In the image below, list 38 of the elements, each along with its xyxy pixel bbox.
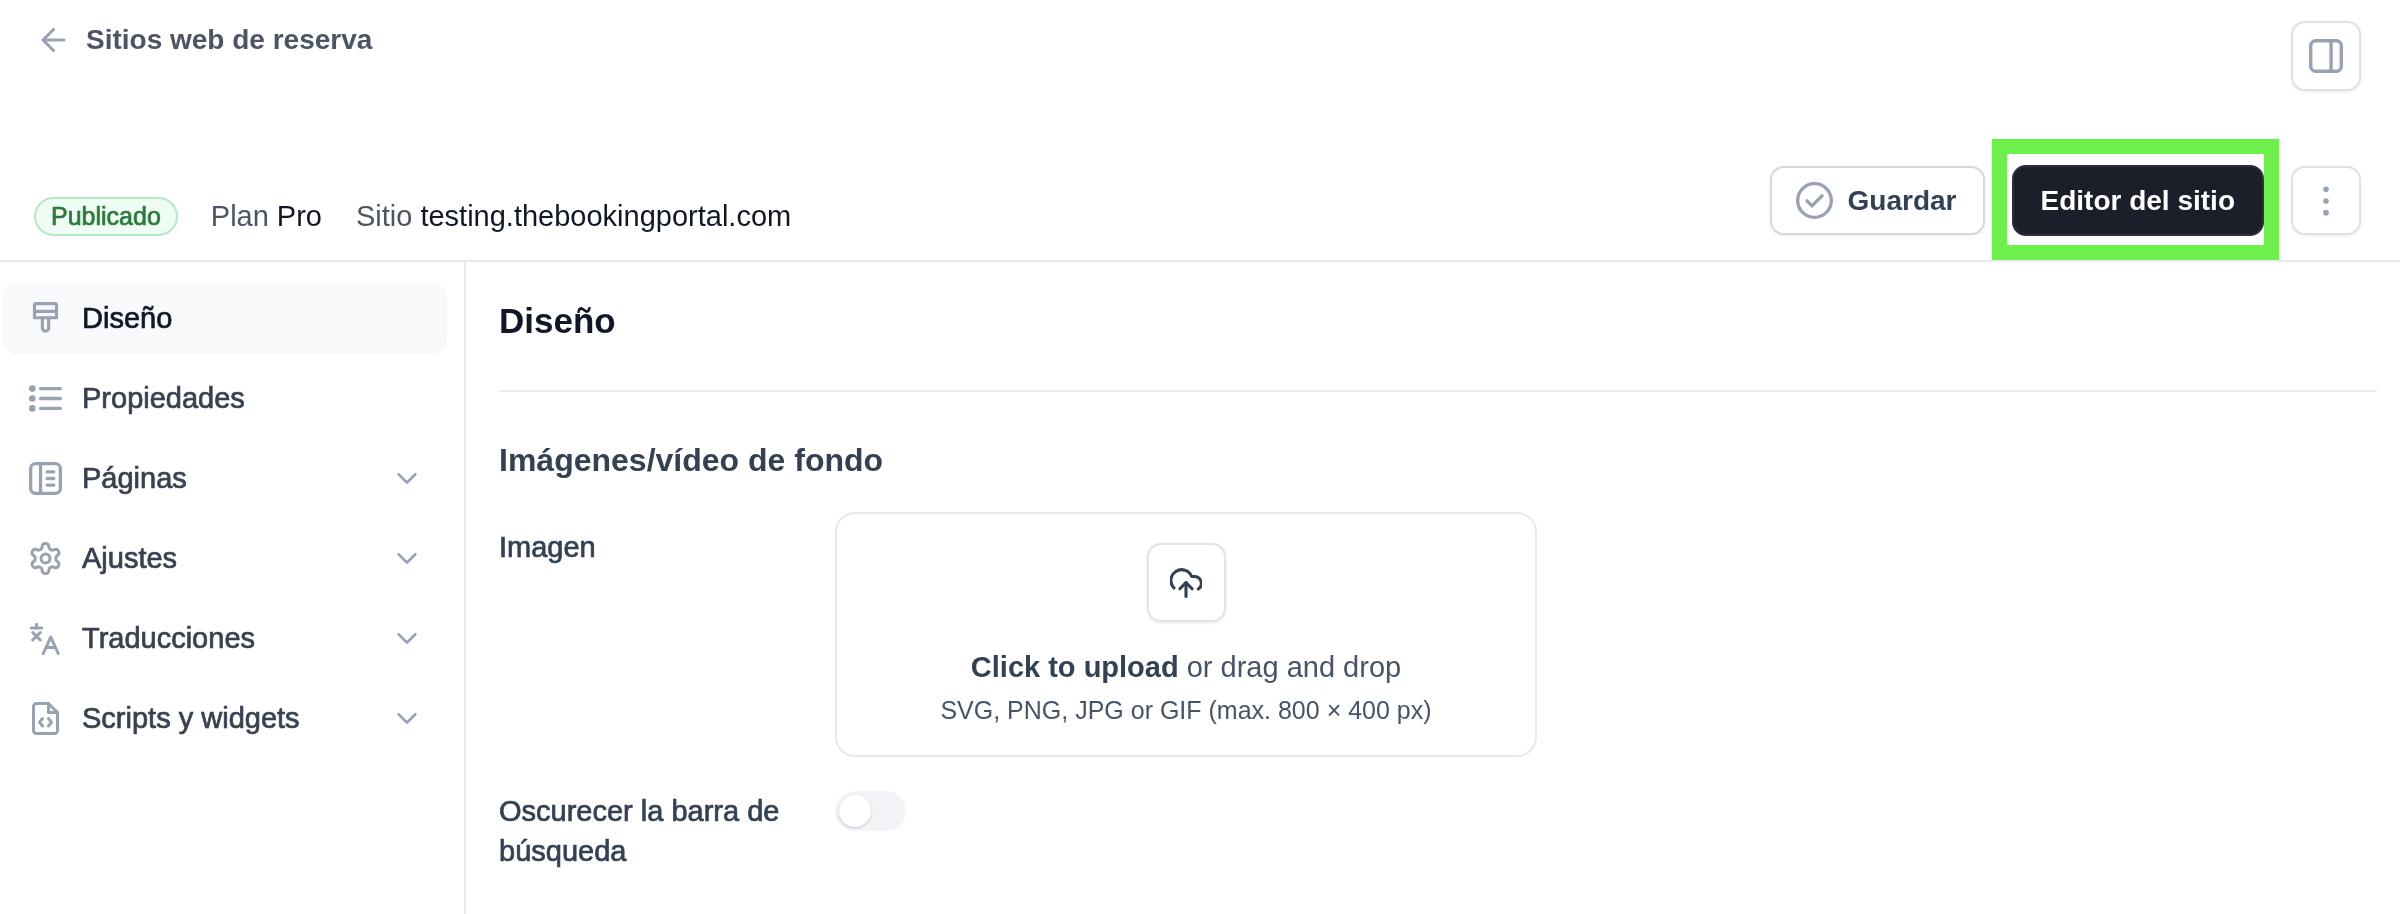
upload-hint: SVG, PNG, JPG or GIF (max. 800 × 400 px) (940, 695, 1432, 725)
sidebar-toggle-button[interactable] (2291, 21, 2361, 91)
save-button[interactable]: Guardar (1769, 166, 1985, 235)
chevron-down-icon (397, 633, 417, 644)
chevron-down-icon (397, 553, 417, 564)
back-arrow-icon (40, 28, 67, 52)
site-url: testing.thebookingportal.com (420, 200, 792, 233)
sidebar-item[interactable]: Páginas (2, 443, 447, 514)
chevron-down-icon (397, 473, 417, 484)
status-badge: Publicado (34, 197, 178, 236)
upload-dropzone[interactable]: Click to upload or drag and drop SVG, PNG, JPG or GIF (max. 800 × 400 px) (835, 512, 1537, 757)
upload-icon (1146, 543, 1226, 622)
list-icon (29, 382, 62, 415)
plan-label: Plan (210, 200, 269, 233)
translate-icon (29, 622, 62, 655)
sidebar-item[interactable]: Propiedades (2, 363, 447, 434)
sidebar-item[interactable]: Traducciones (2, 603, 447, 674)
panel-icon (2309, 39, 2343, 73)
site-editor-button[interactable]: Editor del sitio (2011, 165, 2264, 236)
site-label: Sitio (356, 200, 413, 233)
upload-prompt: Click to upload or drag and drop (970, 650, 1402, 685)
more-icon (2322, 185, 2330, 216)
settings-icon (29, 542, 62, 575)
section-title: Imágenes/vídeo de fondo (499, 442, 885, 478)
field-label: Imagen (499, 530, 597, 565)
toggle-switch[interactable] (835, 791, 906, 831)
check-circle-icon (1795, 182, 1833, 219)
layout-icon (29, 462, 62, 495)
sidebar-item[interactable]: Scripts y widgets (2, 683, 447, 754)
sidebar-item[interactable]: Ajustes (2, 523, 447, 594)
more-button[interactable] (2291, 166, 2361, 235)
field-label: Oscurecer la barra de búsqueda (499, 794, 781, 869)
back-link[interactable]: Sitios web de reserva (40, 21, 373, 59)
sidebar-item[interactable]: Diseño (2, 283, 447, 354)
code-file-icon (29, 702, 62, 735)
page-title: Diseño (499, 301, 617, 341)
plan-value: Pro (276, 200, 322, 233)
chevron-down-icon (397, 713, 417, 724)
